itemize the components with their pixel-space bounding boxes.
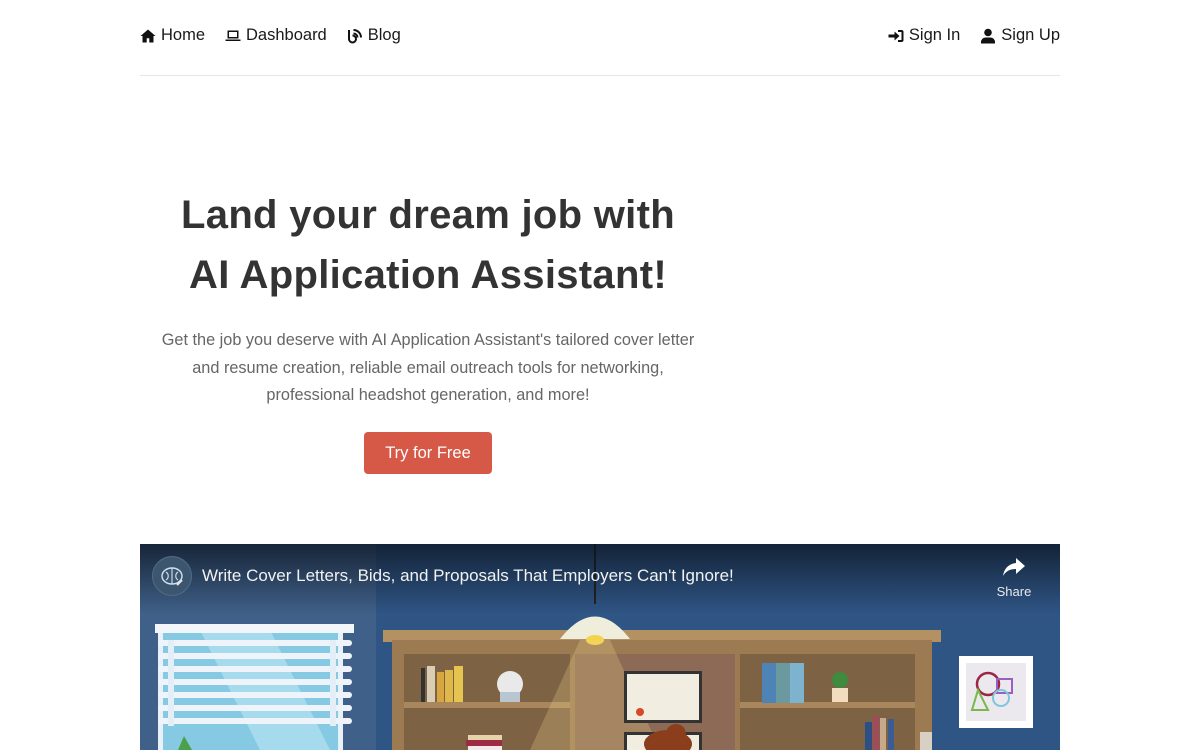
top-navbar: Home Dashboard Blog Sign In Sign Up: [140, 0, 1060, 76]
share-label: Share: [996, 584, 1032, 599]
hero-section: Land your dream job with AI Application …: [140, 185, 716, 474]
video-title[interactable]: Write Cover Letters, Bids, and Proposals…: [202, 566, 734, 586]
nav-blog-label: Blog: [367, 26, 401, 44]
channel-avatar[interactable]: [152, 556, 192, 596]
share-button[interactable]: Share: [986, 556, 1042, 599]
sign-up-label: Sign Up: [1001, 26, 1060, 44]
hero-title: Land your dream job with AI Application …: [140, 185, 716, 305]
home-icon: [140, 29, 156, 42]
nav-dashboard-label: Dashboard: [246, 26, 327, 44]
nav-dashboard-link[interactable]: Dashboard: [225, 26, 327, 45]
hero-description: Get the job you deserve with AI Applicat…: [161, 331, 695, 404]
video-embed[interactable]: Write Cover Letters, Bids, and Proposals…: [140, 544, 1060, 750]
nav-left-group: Home Dashboard Blog: [140, 26, 401, 45]
nav-home-link[interactable]: Home: [140, 26, 205, 45]
nav-blog-link[interactable]: Blog: [347, 26, 401, 45]
nav-right-group: Sign In Sign Up: [888, 26, 1060, 45]
sign-in-link[interactable]: Sign In: [888, 26, 960, 45]
laptop-icon: [225, 30, 241, 41]
sign-in-label: Sign In: [908, 26, 961, 44]
nav-home-label: Home: [161, 26, 206, 44]
rss-icon: [347, 28, 362, 43]
hero-title-line-1: Land your dream job with: [181, 193, 675, 237]
hero-title-line-2: AI Application Assistant!: [189, 253, 667, 297]
share-arrow-icon: [1003, 558, 1025, 576]
sign-up-link[interactable]: Sign Up: [980, 26, 1060, 45]
user-icon: [981, 28, 996, 43]
try-for-free-button[interactable]: Try for Free: [364, 431, 492, 474]
brain-icon: [161, 567, 183, 586]
sign-in-icon: [888, 29, 904, 42]
